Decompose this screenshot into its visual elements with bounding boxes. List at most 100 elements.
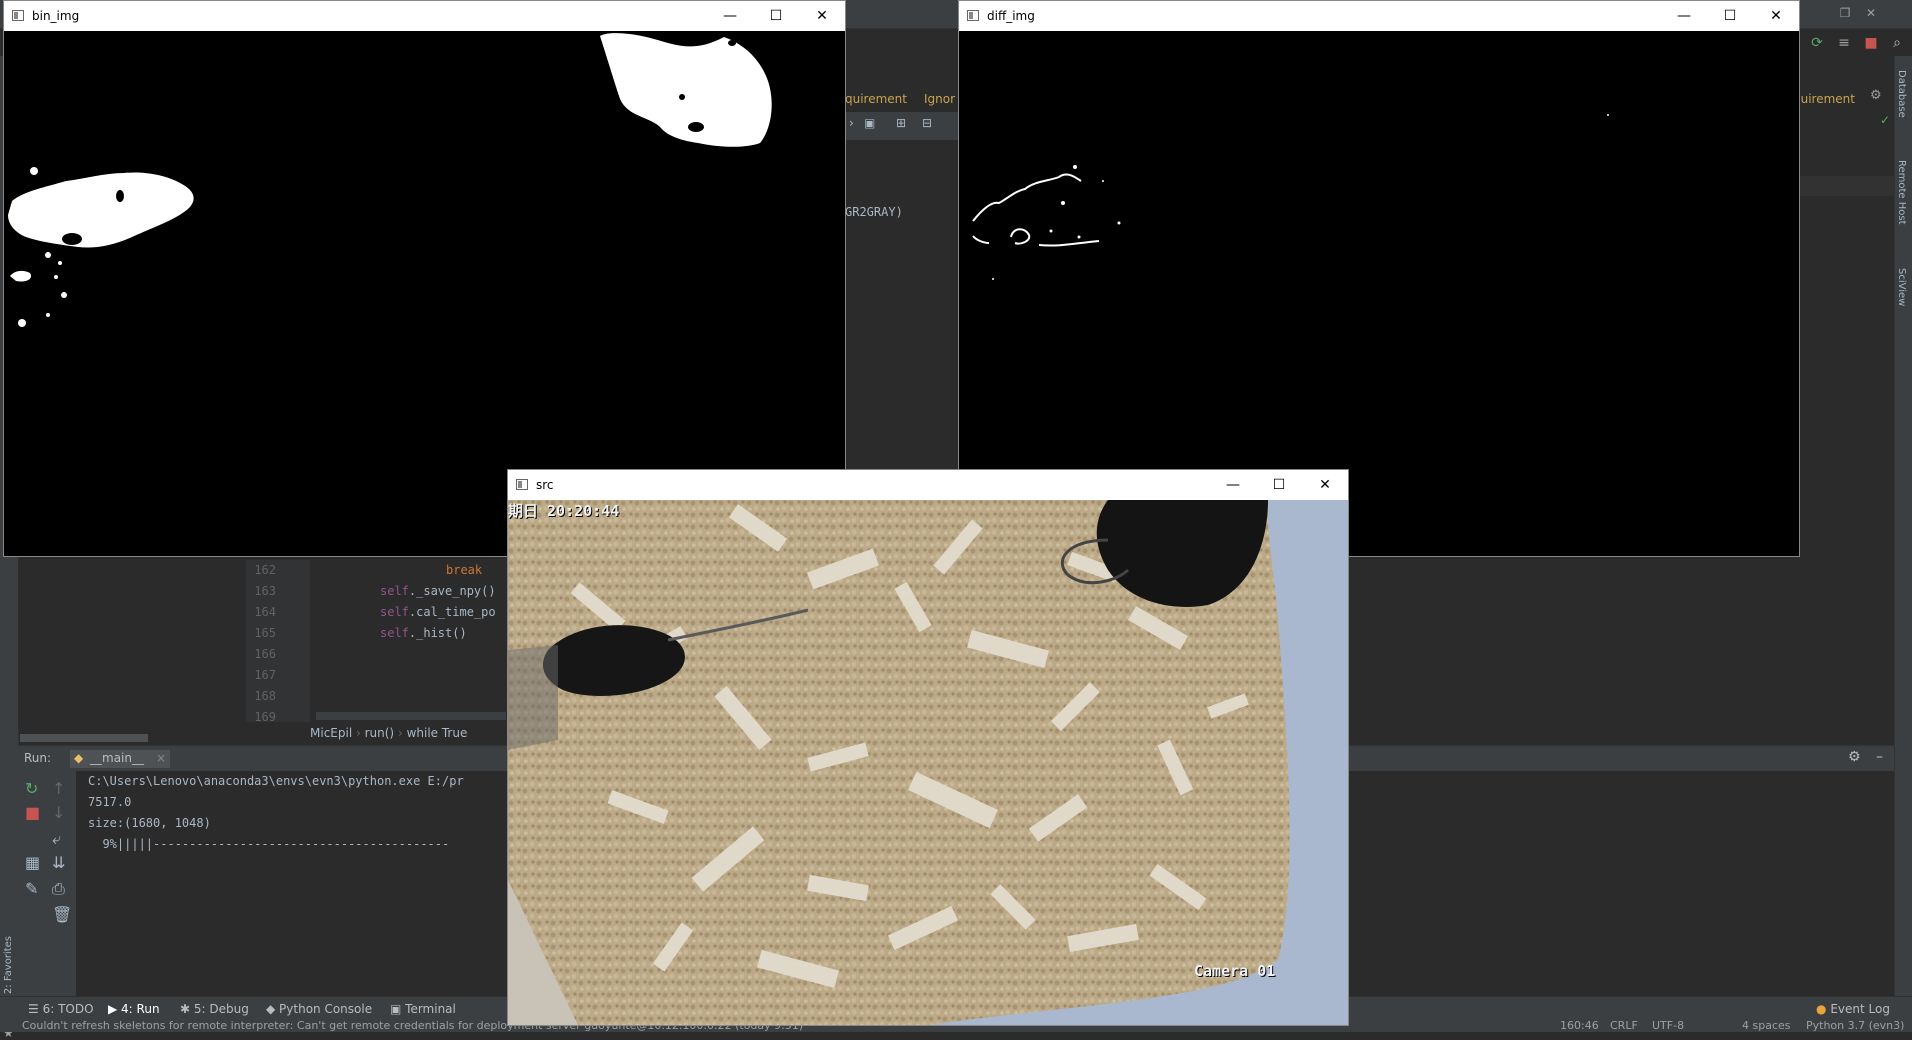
soft-wrap-icon[interactable]: ⤶ <box>52 829 61 849</box>
src-window[interactable]: src — ☐ ✕ 期日 20:20:44 Camera 01 <box>508 470 1348 1025</box>
tool-tab-sciview[interactable]: SciView <box>1896 268 1907 306</box>
current-line-highlight <box>1800 176 1894 196</box>
window-title: bin_img <box>32 9 80 23</box>
trash-icon[interactable]: 🗑 <box>52 905 72 924</box>
close-icon[interactable]: ✕ <box>1864 6 1878 20</box>
line-number: 169 <box>254 710 276 724</box>
camera-label: Camera 01 <box>1194 962 1276 980</box>
rerun-icon[interactable]: ↻ <box>25 779 38 798</box>
console-line: size:(1680, 1048) <box>88 816 211 830</box>
window-app-icon <box>12 10 24 21</box>
code-fragment: GR2GRAY) <box>845 205 903 219</box>
file-encoding[interactable]: UTF-8 <box>1652 1020 1684 1032</box>
run-label: Run: <box>24 751 52 765</box>
down-arrow-icon[interactable]: ↓ <box>52 803 65 822</box>
line-number: 163 <box>254 584 276 598</box>
tab-debug[interactable]: ✱ 5: Debug <box>180 1001 249 1017</box>
gear-icon[interactable]: ⚙ <box>1870 88 1882 103</box>
tool-tab-remote-host[interactable]: Remote Host <box>1896 160 1907 225</box>
maximize-icon[interactable]: ☐ <box>1256 470 1302 500</box>
console-line: 9%|||||---------------------------------… <box>88 837 450 851</box>
scroll-to-end-icon[interactable]: ⇊ <box>52 853 65 872</box>
tab-label: quirement <box>1793 92 1855 106</box>
tab-label: Terminal <box>405 1002 456 1016</box>
remove-row-icon[interactable]: ⊟ <box>922 116 932 130</box>
breadcrumb-item[interactable]: run() <box>365 726 395 740</box>
window-app-icon <box>516 479 528 490</box>
save-icon[interactable]: ▣ <box>864 116 875 130</box>
hide-panel-icon[interactable]: – <box>1876 749 1883 765</box>
breadcrumb-item[interactable]: MicEpil <box>310 726 352 740</box>
close-tab-icon[interactable]: × <box>156 751 166 765</box>
window-titlebar[interactable]: bin_img — ☐ ✕ <box>4 1 845 31</box>
event-icon: ● <box>1816 1002 1827 1016</box>
editor-tab-ignore[interactable]: Ignor <box>924 88 962 108</box>
settings-gear-icon[interactable]: ⚙ <box>1848 749 1861 765</box>
layout-icon[interactable]: ▦ <box>25 853 40 872</box>
tab-terminal[interactable]: ▣ Terminal <box>390 1001 456 1017</box>
tab-label: 5: Debug <box>193 1002 249 1016</box>
line-number: 164 <box>254 605 276 619</box>
code-line[interactable]: self.cal_time_po <box>380 602 496 623</box>
favorites-tab[interactable]: 2: Favorites <box>3 936 14 994</box>
print-icon[interactable]: ⎙ <box>52 879 65 899</box>
stop-icon[interactable]: ■ <box>25 803 40 822</box>
restore-icon[interactable]: ❐ <box>1838 6 1852 20</box>
chevron-icon[interactable]: › <box>849 116 854 130</box>
pin-icon[interactable]: ✎ <box>25 879 38 898</box>
line-number: 166 <box>254 647 276 661</box>
check-icon: ✓ <box>1880 113 1891 127</box>
indent-setting[interactable]: 4 spaces <box>1742 1020 1791 1032</box>
tab-label: 4: Run <box>121 1002 160 1016</box>
tab-todo[interactable]: ☰ 6: TODO <box>28 1001 94 1017</box>
timestamp-overlay: 期日 20:20:44 <box>508 502 620 520</box>
project-hscrollbar[interactable] <box>20 734 148 742</box>
add-row-icon[interactable]: ⊞ <box>896 116 906 130</box>
tab-label: Ignor <box>924 92 956 106</box>
run-coverage-icon[interactable]: ⟳ <box>1808 34 1826 52</box>
maximize-icon[interactable]: ☐ <box>753 1 799 31</box>
event-log-button[interactable]: ● Event Log <box>1816 1001 1890 1017</box>
code-line[interactable]: self._save_npy() <box>380 581 496 602</box>
editor-toolbar: › ▣ ⊞ ⊟ <box>844 112 959 140</box>
python-icon: ◆ <box>74 751 84 765</box>
window-titlebar[interactable]: diff_img — ☐ ✕ <box>959 1 1799 31</box>
tab-run[interactable]: ▶ 4: Run <box>108 1001 160 1017</box>
window-title: src <box>536 478 554 492</box>
camera-image <box>508 500 1348 1025</box>
code-line[interactable]: break <box>446 560 482 581</box>
run-tab[interactable]: ◆ __main__ × <box>70 750 170 768</box>
run-tab-label: __main__ <box>90 751 144 765</box>
stop-icon[interactable]: ■ <box>1862 34 1880 52</box>
maximize-icon[interactable]: ☐ <box>1707 1 1753 31</box>
tab-python-console[interactable]: ◆ Python Console <box>266 1001 372 1017</box>
line-number: 168 <box>254 689 276 703</box>
window-title: diff_img <box>987 9 1035 23</box>
run-toolbar: ↻ ↑ ■ ↓ ⤶ ▦ ⇊ ✎ ⎙ 🗑 <box>18 771 77 996</box>
breadcrumb: MicEpil › run() › while True <box>310 722 510 744</box>
tool-tab-database[interactable]: Database <box>1896 70 1907 118</box>
minimize-icon[interactable]: — <box>1661 1 1707 31</box>
line-number: 167 <box>254 668 276 682</box>
search-icon[interactable]: ⌕ <box>1888 34 1906 52</box>
camera-frame: 期日 20:20:44 Camera 01 <box>508 500 1348 1025</box>
window-app-icon <box>967 10 979 21</box>
editor-hscrollbar[interactable] <box>316 712 506 720</box>
line-separator[interactable]: CRLF <box>1610 1020 1638 1032</box>
event-log-label: Event Log <box>1830 1002 1890 1016</box>
tab-label: Python Console <box>279 1002 373 1016</box>
window-titlebar[interactable]: src — ☐ ✕ <box>508 470 1348 500</box>
close-icon[interactable]: ✕ <box>1302 470 1348 500</box>
up-arrow-icon[interactable]: ↑ <box>52 779 65 798</box>
tab-label: quirement <box>845 92 907 106</box>
code-line[interactable]: self._hist() <box>380 623 467 644</box>
interpreter[interactable]: Python 3.7 (evn3) <box>1806 1020 1904 1032</box>
rerun-icon[interactable]: ≡ <box>1835 34 1853 52</box>
minimize-icon[interactable]: — <box>1210 470 1256 500</box>
tab-label: 6: TODO <box>42 1002 94 1016</box>
cursor-position[interactable]: 160:46 <box>1560 1020 1599 1032</box>
minimize-icon[interactable]: — <box>707 1 753 31</box>
breadcrumb-item[interactable]: while True <box>407 726 468 740</box>
close-icon[interactable]: ✕ <box>1753 1 1799 31</box>
close-icon[interactable]: ✕ <box>799 1 845 31</box>
